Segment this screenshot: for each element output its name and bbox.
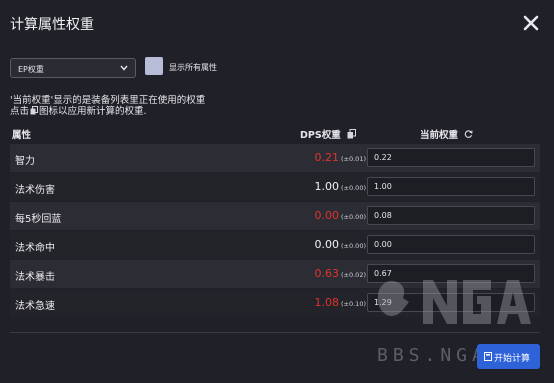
table-row: 每5秒回蓝 0.00 (±0.00) 0.08 bbox=[10, 202, 540, 230]
attr-name: 每5秒回蓝 bbox=[15, 214, 62, 225]
column-header-attr: 属性 bbox=[12, 130, 32, 141]
copy-icon[interactable] bbox=[347, 129, 357, 139]
attr-name: 法术伤害 bbox=[15, 185, 55, 196]
dps-weight: 1.08 (±0.10) bbox=[315, 296, 367, 309]
refresh-icon[interactable] bbox=[464, 129, 473, 139]
chevron-down-icon bbox=[120, 65, 128, 71]
table-row: 法术伤害 1.00 (±0.00) 1.00 bbox=[10, 173, 540, 201]
table-row: 法术命中 0.00 (±0.00) 0.00 bbox=[10, 231, 540, 259]
dps-error: (±0.00) bbox=[341, 242, 366, 250]
dps-value: 0.21 bbox=[314, 151, 340, 164]
table-row: 法术暴击 0.63 (±0.02) 0.67 bbox=[10, 260, 540, 288]
dps-error: (±0.10) bbox=[341, 300, 366, 308]
dps-value: 1.08 bbox=[314, 296, 340, 309]
column-header-current-label: 当前权重 bbox=[420, 130, 459, 141]
copy-icon bbox=[30, 106, 39, 115]
current-weight-input[interactable]: 0.00 bbox=[367, 235, 535, 254]
dps-error: (±0.02) bbox=[341, 271, 366, 279]
current-weight-input[interactable]: 0.67 bbox=[367, 264, 535, 283]
show-all-attrs-label: 显示所有属性 bbox=[169, 63, 217, 72]
dps-value: 0.00 bbox=[314, 238, 340, 251]
info-line2-suffix: 图标以应用新计算的权重. bbox=[39, 106, 147, 117]
start-calculate-label: 开始计算 bbox=[494, 354, 531, 364]
dps-weight: 0.00 (±0.00) bbox=[315, 238, 367, 251]
info-line2-prefix: 点击 bbox=[10, 106, 30, 117]
table-row: 智力 0.21 (±0.01) 0.22 bbox=[10, 144, 540, 172]
column-header-dps: DPS权重 bbox=[300, 127, 357, 141]
info-text-line2: 点击 图标以应用新计算的权重. bbox=[10, 103, 147, 117]
dialog-header: 计算属性权重 bbox=[0, 0, 554, 46]
column-header-current: 当前权重 bbox=[420, 127, 473, 141]
dps-value: 0.00 bbox=[314, 209, 340, 222]
current-weight-input[interactable]: 0.08 bbox=[367, 206, 535, 225]
dialog-title: 计算属性权重 bbox=[10, 17, 94, 33]
dps-weight: 0.63 (±0.02) bbox=[315, 267, 367, 280]
footer-divider bbox=[10, 332, 540, 333]
show-all-attrs-checkbox[interactable] bbox=[145, 57, 163, 75]
dps-weight: 1.00 (±0.00) bbox=[315, 180, 367, 193]
dropdown-value: EP权重 bbox=[18, 65, 44, 74]
dps-value: 0.63 bbox=[314, 267, 340, 280]
close-button[interactable] bbox=[520, 12, 542, 34]
dps-weight: 0.21 (±0.01) bbox=[315, 151, 367, 164]
current-weight-input[interactable]: 0.22 bbox=[367, 148, 535, 167]
attr-name: 智力 bbox=[15, 156, 35, 167]
dps-error: (±0.01) bbox=[341, 155, 366, 163]
weight-type-dropdown[interactable]: EP权重 bbox=[10, 58, 136, 78]
close-icon bbox=[523, 15, 539, 31]
column-header-dps-label: DPS权重 bbox=[300, 130, 341, 141]
attr-name: 法术命中 bbox=[15, 243, 55, 254]
attr-name: 法术急速 bbox=[15, 301, 55, 312]
dps-value: 1.00 bbox=[314, 180, 340, 193]
current-weight-input[interactable]: 1.29 bbox=[367, 293, 535, 312]
dps-error: (±0.00) bbox=[341, 213, 366, 221]
dps-error: (±0.00) bbox=[341, 184, 366, 192]
calculator-icon bbox=[484, 352, 492, 361]
calc-weights-dialog: 计算属性权重 EP权重 显示所有属性 '当前权重'显示的是装备列表里正在使用的权… bbox=[0, 0, 554, 383]
start-calculate-button[interactable]: 开始计算 bbox=[477, 344, 540, 369]
attr-name: 法术暴击 bbox=[15, 272, 55, 283]
current-weight-input[interactable]: 1.00 bbox=[367, 177, 535, 196]
dps-weight: 0.00 (±0.00) bbox=[315, 209, 367, 222]
table-row: 法术急速 1.08 (±0.10) 1.29 bbox=[10, 289, 540, 317]
